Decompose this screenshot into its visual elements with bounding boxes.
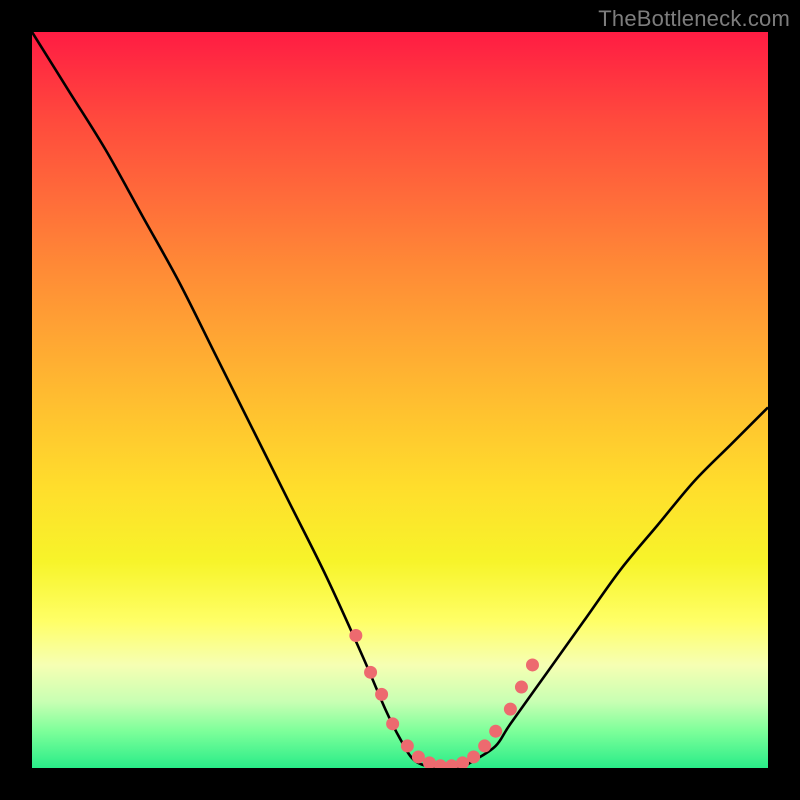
bottleneck-curve [32,32,768,768]
highlight-dot [375,688,388,701]
highlight-dot [515,681,528,694]
highlight-dot [489,725,502,738]
watermark-text: TheBottleneck.com [598,6,790,32]
highlight-dot [478,739,491,752]
plot-area [32,32,768,768]
highlight-dot [401,739,414,752]
chart-frame: TheBottleneck.com [0,0,800,800]
highlight-dot [456,756,469,768]
highlight-dot [467,750,480,763]
highlight-dot [412,750,425,763]
highlight-dots [349,629,539,768]
chart-svg [32,32,768,768]
highlight-dot [349,629,362,642]
highlight-dot [423,756,436,768]
highlight-dot [445,759,458,768]
highlight-dot [386,717,399,730]
highlight-dot [364,666,377,679]
highlight-dot [434,759,447,768]
highlight-dot [504,703,517,716]
highlight-dot [526,658,539,671]
